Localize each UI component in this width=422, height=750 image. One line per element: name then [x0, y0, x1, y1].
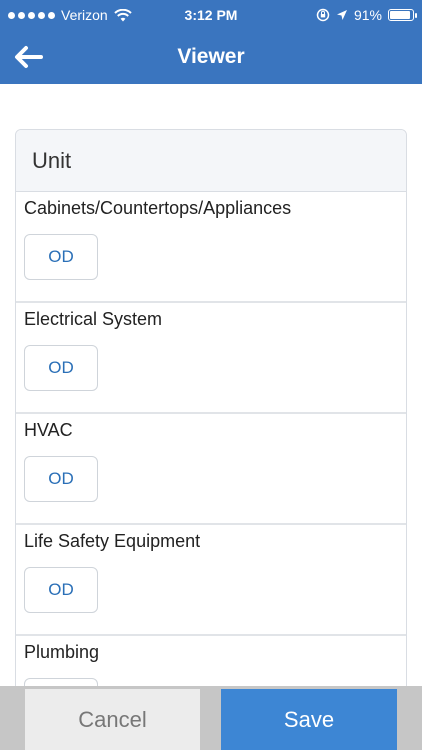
od-button[interactable]: OD: [24, 456, 98, 502]
page-title: Viewer: [177, 45, 245, 68]
battery-fill: [390, 11, 411, 19]
save-button[interactable]: Save: [221, 689, 397, 750]
navigation-bar: Viewer: [0, 30, 422, 84]
row-label: Plumbing: [24, 642, 100, 662]
list-item: HVAC OD: [16, 414, 406, 525]
back-button[interactable]: [10, 40, 46, 74]
back-arrow-icon: [15, 46, 43, 68]
action-footer: Cancel Save: [0, 686, 422, 750]
battery-percent: 91%: [353, 7, 382, 23]
section-header: Unit: [16, 130, 406, 192]
unit-section-card: Unit Cabinets/Countertops/Appliances OD …: [15, 129, 407, 686]
content-scroll-area[interactable]: Unit Cabinets/Countertops/Appliances OD …: [0, 84, 422, 686]
rotation-lock-icon: [316, 8, 330, 22]
cancel-button[interactable]: Cancel: [25, 689, 200, 750]
signal-dots-icon: [8, 11, 55, 19]
od-button[interactable]: OD: [24, 678, 98, 686]
od-button[interactable]: OD: [24, 234, 98, 280]
location-arrow-icon: [336, 10, 347, 20]
list-item: Cabinets/Countertops/Appliances OD: [16, 192, 406, 303]
status-bar: Verizon 3:12 PM 91%: [0, 0, 422, 30]
row-label: Cabinets/Countertops/Appliances: [24, 198, 292, 218]
row-label: HVAC: [24, 420, 73, 440]
row-label: Electrical System: [24, 309, 163, 329]
list-item: Electrical System OD: [16, 303, 406, 414]
status-right: 91%: [316, 7, 417, 23]
battery-icon: [388, 9, 417, 21]
status-left: Verizon: [8, 7, 132, 23]
row-label: Life Safety Equipment: [24, 531, 201, 551]
od-button[interactable]: OD: [24, 567, 98, 613]
list-item: Life Safety Equipment OD: [16, 525, 406, 636]
list-item: Plumbing OD: [16, 636, 406, 686]
wifi-icon: [114, 8, 132, 21]
od-button[interactable]: OD: [24, 345, 98, 391]
carrier-label: Verizon: [61, 7, 108, 23]
